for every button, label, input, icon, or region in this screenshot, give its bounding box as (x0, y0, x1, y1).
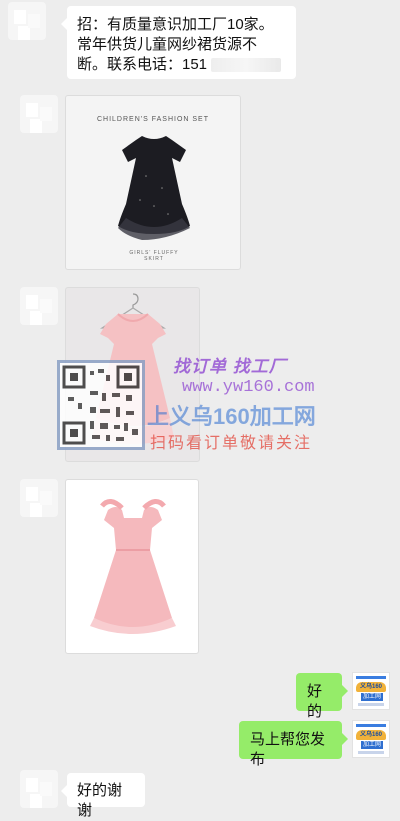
redacted-phone (211, 58, 282, 73)
watermark-brand: 上义乌160加工网 (147, 404, 316, 429)
logo-top-bar (356, 676, 386, 679)
logo-bottom-text: 加工网 (361, 741, 383, 749)
contact-avatar[interactable] (8, 2, 46, 40)
contact-avatar[interactable] (20, 287, 58, 325)
watermark-follow-text: 扫码看订单敬请关注 (150, 435, 313, 452)
message-publish-text: 马上帮您发布 (250, 731, 326, 768)
image-caption-text: GIRLS' FLUFFY SKIRT (129, 250, 179, 262)
black-dress-illustration (118, 136, 190, 240)
message-bubble-thanks: 好的谢谢 (61, 773, 145, 819)
message-bubble-ok: 好的 (296, 673, 348, 720)
logo-url-bar (358, 703, 384, 706)
image-message-pink-tulle-dress[interactable] (65, 479, 199, 654)
self-avatar-logo[interactable]: 义乌160 加工网 (352, 720, 390, 758)
message-ok-text: 好的 (307, 683, 323, 720)
logo-bottom-text: 加工网 (361, 693, 383, 701)
image-message-black-dress[interactable]: CHILDREN'S FASHION SET GIRLS' FLUFFY SKI… (65, 95, 241, 270)
qr-code-icon (62, 365, 140, 445)
watermark-url: www.yw160.com (182, 378, 315, 397)
watermark-slogan: 找订单 找工厂 (173, 357, 287, 376)
contact-avatar[interactable] (20, 770, 58, 808)
logo-top-text: 义乌160 (356, 682, 386, 692)
watermark-qr-code (57, 360, 145, 450)
contact-avatar[interactable] (20, 479, 58, 517)
logo-top-bar (356, 724, 386, 727)
logo-top-text: 义乌160 (356, 730, 386, 740)
contact-avatar[interactable] (20, 95, 58, 133)
logo-url-bar (358, 751, 384, 754)
message-bubble-recruit: 招：有质量意识加工厂10家。常年供货儿童网纱裙货源不断。联系电话：151 (61, 6, 296, 79)
message-bubble-publish: 马上帮您发布 (239, 721, 348, 768)
self-avatar-logo[interactable]: 义乌160 加工网 (352, 672, 390, 710)
pink-tulle-dress-illustration (90, 499, 176, 634)
message-thanks-text: 好的谢谢 (77, 782, 123, 819)
